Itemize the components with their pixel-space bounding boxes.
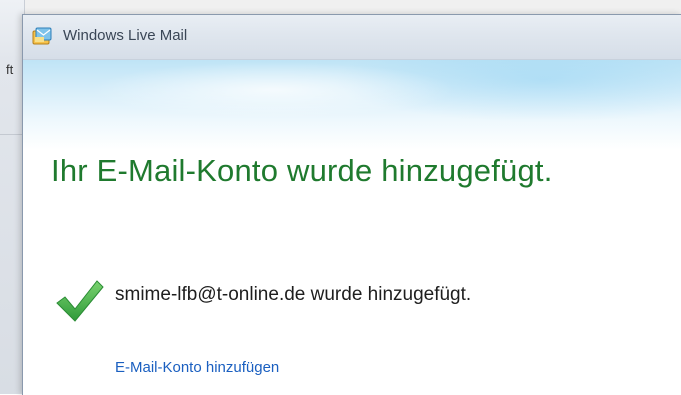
mail-dialog: Windows Live Mail Ihr E-Mail-Konto wurde… xyxy=(22,14,681,395)
background-window-text: ft xyxy=(6,62,14,77)
page-heading: Ihr E-Mail-Konto wurde hinzugefügt. xyxy=(51,153,553,188)
background-divider xyxy=(0,134,24,135)
title-bar[interactable]: Windows Live Mail xyxy=(23,15,681,60)
add-email-account-link[interactable]: E-Mail-Konto hinzufügen xyxy=(115,359,279,376)
checkmark-icon xyxy=(56,280,104,322)
windows-live-mail-icon xyxy=(32,27,52,45)
status-message: smime-lfb@t-online.de wurde hinzugefügt. xyxy=(115,284,472,305)
header-banner xyxy=(23,60,681,150)
window-title: Windows Live Mail xyxy=(63,27,188,44)
